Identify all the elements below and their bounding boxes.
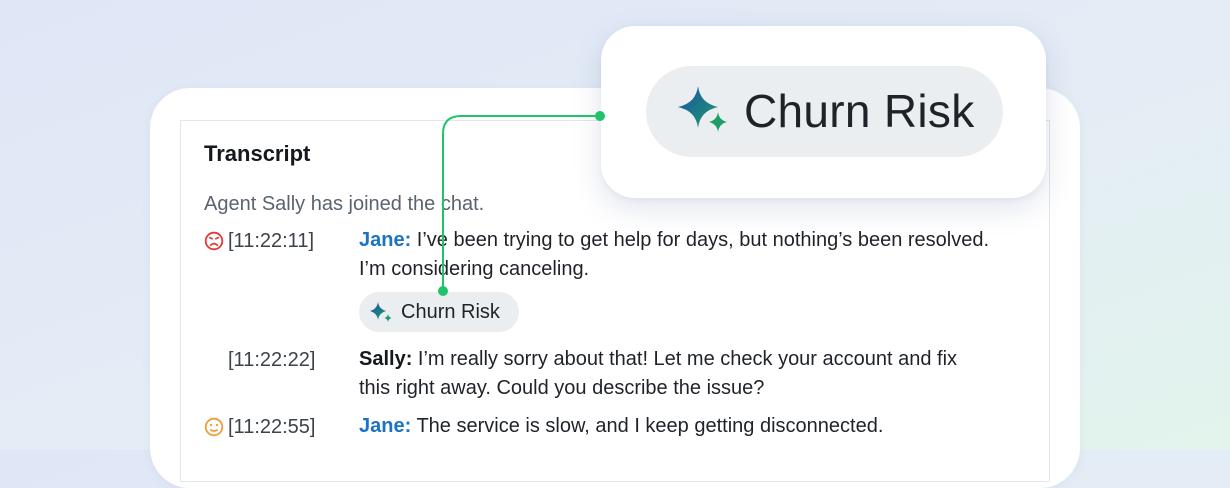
sparkle-icon <box>370 302 392 322</box>
message-line: I’ve been trying to get help for days, b… <box>411 229 990 251</box>
chip-label: Churn Risk <box>401 301 500 323</box>
sparkle-icon <box>678 86 727 132</box>
speaker-name: Jane: <box>359 229 412 251</box>
frowning-face-icon <box>204 231 224 251</box>
message-line: I’m considering canceling. <box>359 258 590 280</box>
message-line: I’m really sorry about that! Let me chec… <box>412 348 958 370</box>
message-timestamp: [11:22:11] <box>228 230 314 252</box>
message-text: Sally: I’m really sorry about that! Let … <box>359 345 1039 403</box>
message-text: Jane: The service is slow, and I keep ge… <box>359 412 1039 441</box>
message-timestamp: [11:22:55] <box>228 416 316 438</box>
message-line: this right away. Could you describe the … <box>359 377 765 399</box>
message-timestamp: [11:22:22] <box>228 349 316 371</box>
message-line: The service is slow, and I keep getting … <box>411 415 884 437</box>
message-text: Jane: I’ve been trying to get help for d… <box>359 226 1039 284</box>
churn-risk-callout: Churn Risk <box>601 26 1046 198</box>
callout-label: Churn Risk <box>744 85 975 137</box>
churn-risk-chip[interactable]: Churn Risk <box>359 292 519 332</box>
callout-pill: Churn Risk <box>646 66 1003 157</box>
speaker-name: Sally: <box>359 348 413 370</box>
speaker-name: Jane: <box>359 415 412 437</box>
neutral-face-icon <box>204 417 224 437</box>
transcript-title: Transcript <box>204 141 311 166</box>
system-message: Agent Sally has joined the chat. <box>204 193 485 215</box>
